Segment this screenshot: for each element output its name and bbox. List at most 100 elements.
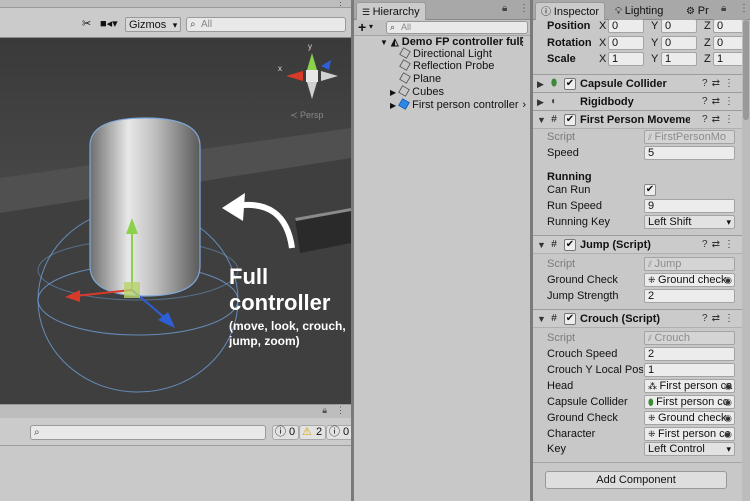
ground-check-ref-field[interactable]: ⁜ Ground check [644,411,735,425]
crouch-script-header[interactable]: ▼ # ✔ Crouch (Script) ?⇄⋮ [533,309,742,328]
inspector-tabbar: ⓘ Inspector 💡︎ Lighting ⚙ Pr 🔒︎ ⋮ [533,0,750,20]
ground-check-label: Ground Check [547,274,618,286]
expand-arrow-icon[interactable]: ▶ [537,75,544,93]
add-object-button[interactable]: + [358,20,366,35]
script-value: FirstPersonMo [654,131,727,143]
rotation-y-field[interactable]: 0 [661,36,697,50]
script-field[interactable]: ⫽ Crouch [644,331,735,345]
script-label: Script [547,332,576,344]
crouch-enabled-checkbox[interactable]: ✔ [564,313,576,325]
component-controls-icon[interactable]: ?⇄⋮ [702,236,738,254]
scrollbar-thumb[interactable] [743,20,749,120]
head-value: First person ca [659,380,733,392]
hierarchy-item[interactable]: Reflection Probe [354,59,530,73]
console-panel: 🔒︎ ⋮ ⌕ ⓘ 0 ⚠ 2 ⓘ 0 [0,404,351,501]
speed-label: Speed [547,147,579,159]
console-search-input[interactable]: ⌕ [30,425,266,440]
panel-menu-icon[interactable]: ⋮ [739,3,749,14]
hierarchy-tabbar: ☰ Hierarchy 🔒︎ ⋮ [354,0,530,20]
collapse-arrow-icon[interactable]: ▼ [537,310,546,328]
hierarchy-item[interactable]: ▶ Cubes [354,85,530,99]
ground-check-ref-value: Ground check [658,412,727,424]
script-row: Script ⫽ FirstPersonMo [533,129,742,145]
jump-script-header[interactable]: ▼ # ✔ Jump (Script) ?⇄⋮ [533,235,742,254]
expand-arrow-icon[interactable]: ▼ [380,38,388,47]
hierarchy-search-placeholder: All [401,22,412,32]
error-count-toggle[interactable]: ⓘ 0 [326,425,351,440]
script-field[interactable]: ⫽ Jump [644,257,735,271]
crouch-speed-row: Crouch Speed 2 [533,346,742,362]
script-row: Script ⫽ Crouch [533,330,742,346]
component-controls-icon[interactable]: ?⇄⋮ [702,111,738,129]
crouch-y-field[interactable]: 1 [644,363,735,377]
component-title: Crouch (Script) [580,313,661,325]
rigidbody-header[interactable]: ▶ ◐ Rigidbody ?⇄⋮ [533,92,742,111]
expand-arrow-icon[interactable]: ▶ [537,93,544,111]
hierarchy-item[interactable]: ▶ First person controller › [354,98,530,112]
persp-label[interactable]: ≺ Persp [290,110,324,120]
head-field[interactable]: ⁂ First person ca [644,379,735,393]
capsule-collider-enabled-checkbox[interactable]: ✔ [564,78,576,90]
scale-y-field[interactable]: 1 [661,52,697,66]
crouch-speed-field[interactable]: 2 [644,347,735,361]
panel-menu-icon[interactable]: ⋮ [336,0,345,8]
info-count-toggle[interactable]: ⓘ 0 [272,425,300,440]
scale-x-field[interactable]: 1 [608,52,644,66]
key-dropdown[interactable]: Left Control [644,442,735,456]
tab-hierarchy[interactable]: ☰ Hierarchy [356,2,426,20]
lock-icon[interactable]: 🔒︎ [322,405,327,416]
ground-check-field[interactable]: ⁜ Ground check [644,273,735,287]
crossed-tools-icon[interactable]: ✂ [82,17,91,32]
jump-strength-field[interactable]: 2 [644,289,735,303]
chevron-down-icon[interactable]: ▾ [369,22,373,31]
rigidbody-icon: ◐ [550,96,558,107]
run-speed-field[interactable]: 9 [644,199,735,213]
component-controls-icon[interactable]: ?⇄⋮ [702,310,738,328]
hierarchy-item-label: First person controller [412,99,519,111]
collapse-arrow-icon[interactable]: ▼ [537,111,546,129]
capsule-collider-header[interactable]: ▶ ⬮ ✔ Capsule Collider ?⇄⋮ [533,74,742,93]
error-count: 0 [343,426,350,438]
add-component-button[interactable]: Add Component [545,471,727,489]
hierarchy-toolbar: + ▾ ⌕ All [354,20,530,36]
position-row: Position X0 Y0 Z0 [533,18,748,34]
panel-menu-icon[interactable]: ⋮ [519,3,529,14]
chevron-right-icon[interactable]: › [522,99,526,112]
camera-icon[interactable]: ■◂▾ [100,17,118,32]
speed-field[interactable]: 5 [644,146,735,160]
component-title: Capsule Collider [580,78,667,90]
crouch-y-row: Crouch Y Local Posi 1 [533,362,742,378]
unity-scene-icon: ◭ [390,37,399,48]
gizmos-dropdown[interactable]: Gizmos ▾ [125,17,182,32]
hierarchy-item[interactable]: Plane [354,72,530,86]
ground-check-row: Ground Check ⁜ Ground check [533,272,742,288]
rotation-x-field[interactable]: 0 [608,36,644,50]
component-controls-icon[interactable]: ?⇄⋮ [702,75,738,93]
scene-search-input[interactable]: ⌕ All [186,17,346,32]
scene-viewport[interactable]: Full controller (move, look, crouch, jum… [0,38,351,404]
scene-toolbar: ✂ ■◂▾ Gizmos ▾ ⌕ All [0,8,351,38]
character-field[interactable]: ⁜ First person cc [644,427,735,441]
hierarchy-search-input[interactable]: ⌕ All [386,21,528,34]
collapse-arrow-icon[interactable]: ▼ [537,236,546,254]
capsule-collider-ref-field[interactable]: ⬮ First person cc [644,395,735,409]
script-field[interactable]: ⫽ FirstPersonMo [644,130,735,144]
script-value: Crouch [654,332,690,344]
jump-enabled-checkbox[interactable]: ✔ [564,239,576,251]
movement-enabled-checkbox[interactable]: ✔ [564,114,576,126]
warning-count-toggle[interactable]: ⚠ 2 [299,425,327,440]
position-x-field[interactable]: 0 [608,19,644,33]
expand-arrow-icon[interactable]: ▶ [390,88,396,97]
lock-icon[interactable]: 🔒︎ [502,3,507,14]
component-controls-icon[interactable]: ?⇄⋮ [702,93,738,111]
lock-icon[interactable]: 🔒︎ [721,3,726,14]
gameobject-icon [398,85,410,97]
expand-arrow-icon[interactable]: ▶ [390,101,396,110]
position-y-field[interactable]: 0 [661,19,697,33]
capsule-object [89,117,201,297]
panel-menu-icon[interactable]: ⋮ [336,405,345,416]
movement-script-header[interactable]: ▼ # ✔ First Person Movemen ?⇄⋮ [533,110,742,129]
inspector-scrollbar[interactable] [742,20,750,501]
running-key-dropdown[interactable]: Left Shift [644,215,735,229]
can-run-checkbox[interactable]: ✔ [644,184,656,196]
